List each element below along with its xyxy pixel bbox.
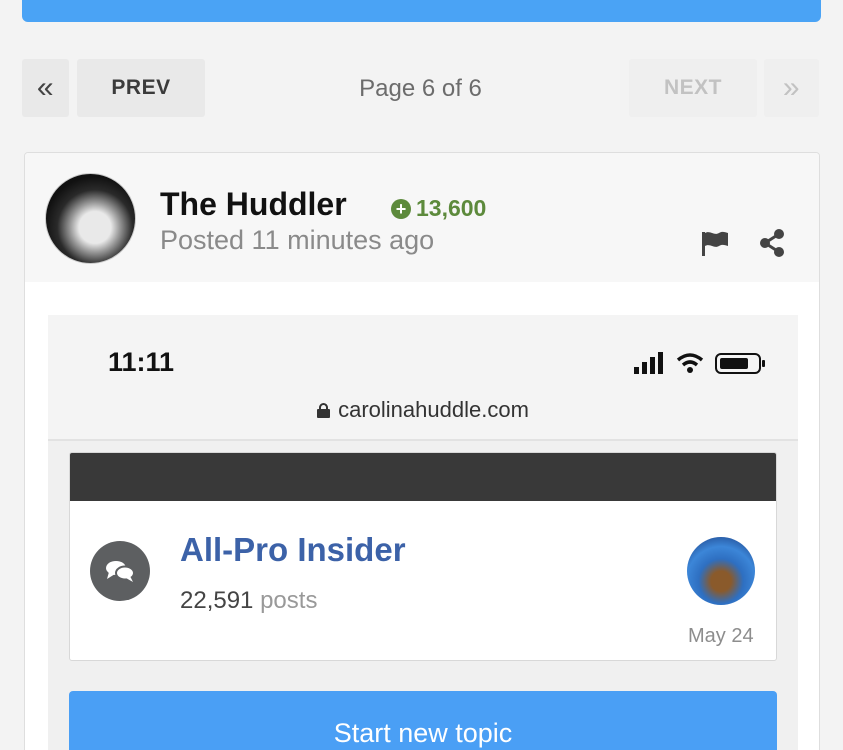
top-action-button[interactable] [22,0,821,22]
prev-page-button[interactable]: PREV [77,59,205,117]
flag-icon[interactable] [700,229,730,257]
forum-post: The Huddler + 13,600 Posted 11 minutes a… [24,152,820,750]
forum-post-count: 22,591 posts [180,587,317,615]
forum-last-date: May 24 [688,625,754,647]
start-new-topic-button: Start new topic [69,691,777,750]
lock-icon [317,403,331,418]
forum-title: All-Pro Insider [180,531,406,568]
chat-bubble-icon [90,541,150,601]
reputation-badge[interactable]: + 13,600 [391,195,486,222]
reputation-count: 13,600 [416,195,487,221]
first-page-button[interactable]: « [22,59,69,117]
forum-card: All-Pro Insider 22,591 posts May 24 [69,452,777,661]
url-text: carolinahuddle.com [338,397,529,422]
forum-post-label: posts [260,587,318,614]
status-icons [634,352,765,374]
plus-circle-icon: + [391,198,411,219]
last-page-button[interactable]: » [764,59,819,117]
author-avatar[interactable] [45,173,136,264]
post-timestamp[interactable]: Posted 11 minutes ago [160,225,434,256]
embedded-screenshot: 11:11 carolinahuddle.com All-Pro Insider… [48,315,798,750]
url-bar: carolinahuddle.com [48,397,798,423]
phone-status-bar: 11:11 carolinahuddle.com [48,315,798,441]
pagination: « PREV Page 6 of 6 NEXT » [22,59,819,117]
share-icon[interactable] [758,228,786,258]
forum-card-header [70,453,776,501]
post-header: The Huddler + 13,600 Posted 11 minutes a… [25,153,819,282]
next-page-button[interactable]: NEXT [629,59,757,117]
status-time: 11:11 [108,347,175,377]
forum-post-number: 22,591 [180,587,254,614]
last-poster-avatar [687,537,755,605]
author-name[interactable]: The Huddler [160,186,347,223]
